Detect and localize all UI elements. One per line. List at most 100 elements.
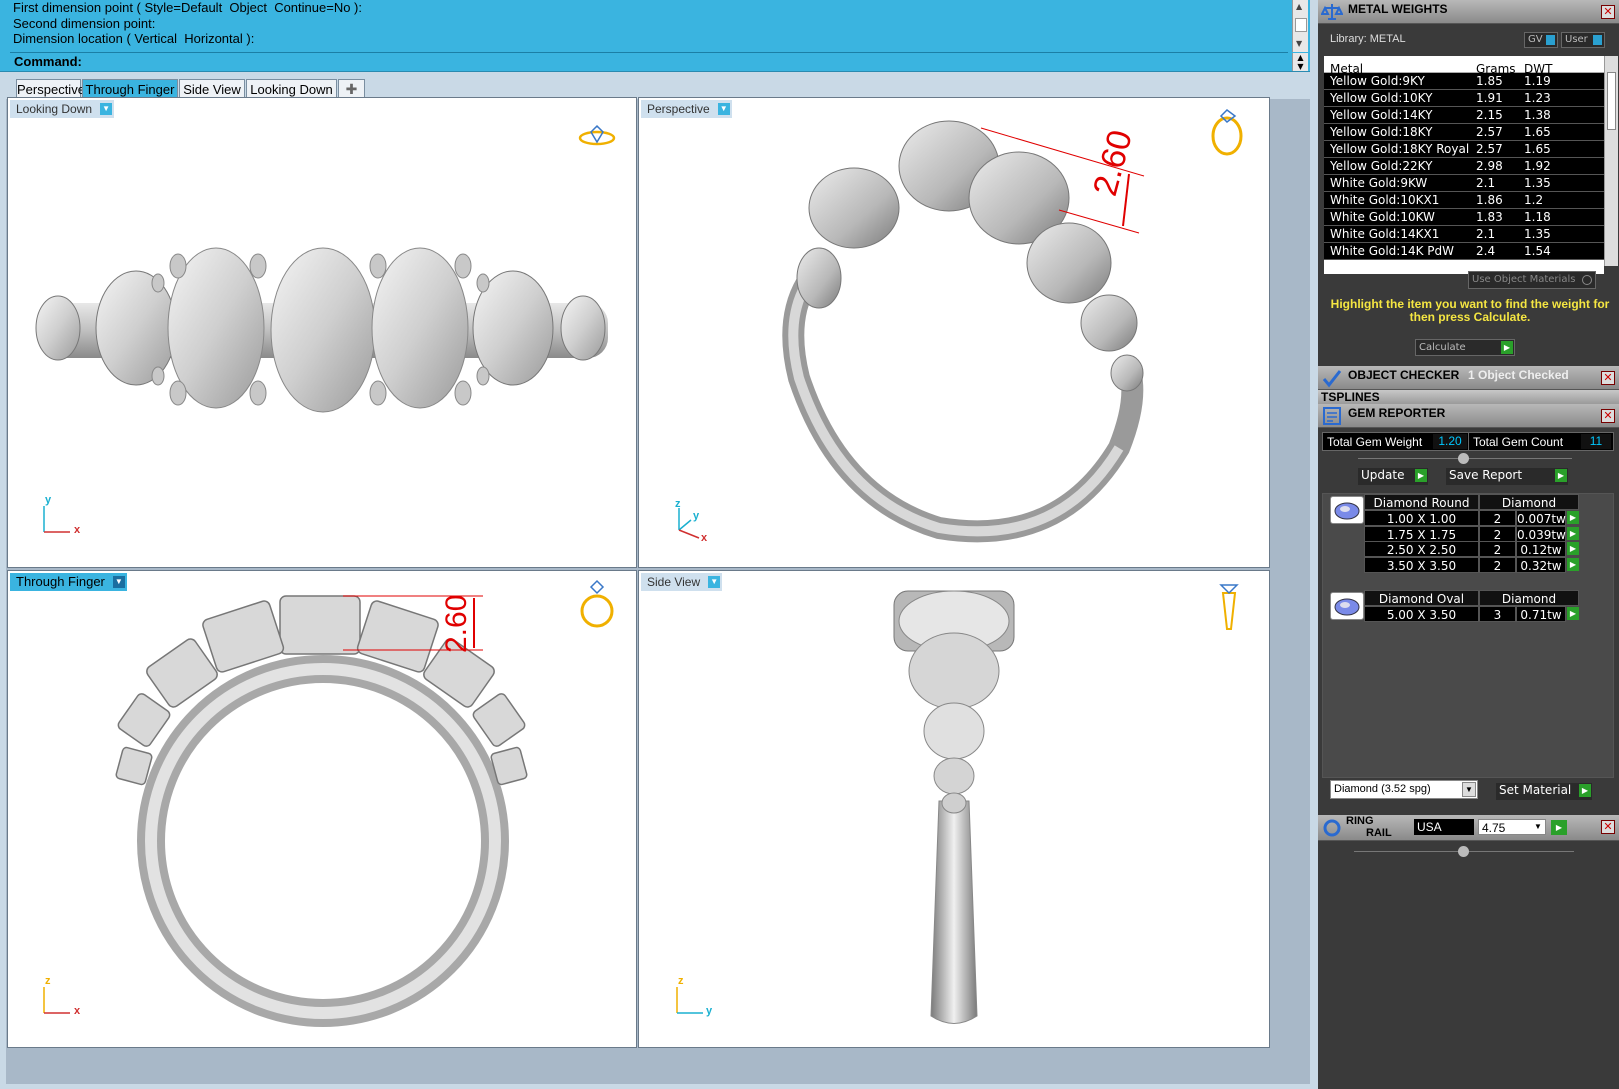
ring-size-select[interactable]: 4.75 ▼ <box>1478 819 1546 835</box>
gem-count: 3 <box>1479 606 1516 622</box>
ring-top-render <box>35 124 616 533</box>
table-cell: Yellow Gold:18KY Royal <box>1330 142 1470 156</box>
command-history-line: Dimension location ( Vertical Horizontal… <box>13 31 255 46</box>
viewport-side-view[interactable]: Side View ▼ z y <box>638 570 1270 1048</box>
axis-indicator <box>676 987 703 1014</box>
gem-weight: 0.71tw <box>1516 606 1566 622</box>
axis-z-label: z <box>678 975 684 987</box>
play-icon[interactable]: ▶ <box>1567 526 1579 540</box>
use-object-materials-toggle[interactable]: Use Object Materials <box>1468 271 1596 289</box>
dimension-label: 2.60 <box>440 594 473 653</box>
axis-x-label: x <box>74 1005 81 1017</box>
ring-rail-header: RING RAIL USA 4.75 ▼ ▶ ✕ <box>1318 815 1619 841</box>
tab-perspective[interactable]: Perspective <box>16 79 85 99</box>
gem-material: Diamond <box>1479 590 1579 606</box>
gem-size: 5.00 X 3.50 <box>1364 606 1479 622</box>
table-cell: 1.23 <box>1524 91 1551 105</box>
total-gem-count: Total Gem Count 11 <box>1468 432 1614 451</box>
table-row[interactable]: Yellow Gold:18KY 2.57 1.65 <box>1324 124 1604 141</box>
table-cell: Yellow Gold:10KY <box>1330 91 1433 105</box>
table-row[interactable]: White Gold:10KW 1.83 1.18 <box>1324 209 1604 226</box>
table-cell: Yellow Gold:9KY <box>1330 74 1425 88</box>
tab-looking-down[interactable]: Looking Down <box>246 79 337 99</box>
material-select[interactable]: Diamond (3.52 spg) ▼ <box>1330 780 1478 799</box>
user-toggle[interactable]: User <box>1561 32 1605 48</box>
add-tab-button[interactable]: ✚ <box>338 79 365 99</box>
gem-shape: Diamond Round <box>1364 494 1479 510</box>
save-report-button[interactable]: Save Report ▶ <box>1446 468 1568 485</box>
table-row[interactable]: White Gold:10KX1 1.86 1.2 <box>1324 192 1604 209</box>
play-icon[interactable]: ▶ <box>1567 542 1579 555</box>
splitter-handle[interactable] <box>1458 846 1469 857</box>
gem-count: 2 <box>1479 510 1516 526</box>
close-icon[interactable]: ✕ <box>1601 820 1615 834</box>
command-history-scrollbar[interactable]: ▲ ▼ <box>1292 0 1308 52</box>
gem-stone <box>941 792 967 814</box>
table-row[interactable]: Yellow Gold:9KY 1.85 1.19 <box>1324 73 1604 90</box>
table-cell: Yellow Gold:14KY <box>1330 108 1433 122</box>
close-icon[interactable]: ✕ <box>1601 5 1615 19</box>
close-icon[interactable]: ✕ <box>1601 371 1615 385</box>
table-row[interactable]: Yellow Gold:18KY Royal 2.57 1.65 <box>1324 141 1604 158</box>
gem-stone <box>270 247 376 413</box>
scroll-up-icon[interactable]: ▲ <box>1293 53 1308 62</box>
scroll-thumb[interactable] <box>1295 18 1307 32</box>
gold-ring-icon <box>1211 109 1243 156</box>
play-icon: ▶ <box>1555 469 1567 482</box>
gem-stone <box>95 270 177 386</box>
table-row[interactable]: Yellow Gold:10KY 1.91 1.23 <box>1324 90 1604 107</box>
metal-weights-table[interactable]: Metal Grams DWT Yellow Gold:9KY 1.85 1.19 Y… <box>1324 56 1604 274</box>
axis-x-label: x <box>701 532 708 544</box>
table-row[interactable]: White Gold:14K PdW 2.4 1.54 <box>1324 243 1604 260</box>
tsplines-header[interactable]: TSPLINES <box>1318 390 1619 404</box>
gem-icon <box>1330 496 1364 524</box>
table-cell: White Gold:10KX1 <box>1330 193 1440 207</box>
axis-indicator <box>43 987 70 1014</box>
chevron-down-icon: ▼ <box>1534 822 1542 831</box>
play-icon[interactable]: ▶ <box>1567 607 1579 620</box>
command-scrollbar[interactable]: ▲ ▼ <box>1292 53 1308 71</box>
gem-stone <box>908 632 1000 710</box>
calculate-button[interactable]: Calculate ▶ <box>1415 339 1515 356</box>
gem-shape: Diamond Oval <box>1364 590 1479 606</box>
table-cell: White Gold:14KX1 <box>1330 227 1440 241</box>
splitter-handle[interactable] <box>1458 453 1469 464</box>
viewport-through-finger[interactable]: Through Finger ▼ 2.60 z x <box>7 570 637 1048</box>
ring-shank <box>930 800 978 1024</box>
table-row[interactable]: Yellow Gold:14KY 2.15 1.38 <box>1324 107 1604 124</box>
play-icon[interactable]: ▶ <box>1567 557 1579 571</box>
viewport-perspective[interactable]: Perspective ▼ 2.60 z y x <box>638 97 1270 568</box>
table-cell: 2.15 <box>1476 108 1503 122</box>
play-icon[interactable]: ▶ <box>1567 511 1579 524</box>
table-row[interactable]: White Gold:9KW 2.1 1.35 <box>1324 175 1604 192</box>
scroll-up-icon[interactable]: ▲ <box>1296 2 1302 11</box>
set-material-button[interactable]: Set Material ▶ <box>1496 783 1592 800</box>
gem-count: 2 <box>1479 556 1516 573</box>
scroll-down-icon[interactable]: ▼ <box>1293 62 1308 71</box>
gv-toggle[interactable]: GV <box>1524 32 1558 48</box>
scroll-down-icon[interactable]: ▼ <box>1296 39 1302 48</box>
gem-weight: 0.32tw <box>1516 556 1566 573</box>
close-icon[interactable]: ✕ <box>1601 409 1615 423</box>
play-icon[interactable]: ▶ <box>1551 820 1567 835</box>
region-select[interactable]: USA <box>1414 819 1474 835</box>
table-header: Metal Grams DWT <box>1324 56 1604 76</box>
gold-ring-front-icon <box>580 579 614 628</box>
ring-icon <box>1323 819 1341 837</box>
update-button[interactable]: Update ▶ <box>1358 468 1428 485</box>
chevron-down-icon[interactable]: ▼ <box>1462 782 1476 797</box>
command-history-line: First dimension point ( Style=Default Ob… <box>13 0 362 15</box>
gem-count: 2 <box>1479 541 1516 557</box>
scroll-thumb[interactable] <box>1607 72 1616 130</box>
table-row[interactable]: Yellow Gold:22KY 2.98 1.92 <box>1324 158 1604 175</box>
command-prompt[interactable]: Command: <box>10 52 1288 70</box>
viewport-looking-down[interactable]: Looking Down ▼ y x <box>7 97 637 568</box>
plus-icon: ✚ <box>345 81 358 97</box>
gem-stone <box>35 295 81 361</box>
ring-rail-title: RING RAIL <box>1346 815 1392 839</box>
table-scrollbar[interactable] <box>1604 56 1618 266</box>
gem-weight: 0.039tw <box>1516 525 1566 542</box>
tab-side-view[interactable]: Side View <box>179 79 245 99</box>
tab-through-finger[interactable]: Through Finger <box>82 79 178 99</box>
table-row[interactable]: White Gold:14KX1 2.1 1.35 <box>1324 226 1604 243</box>
